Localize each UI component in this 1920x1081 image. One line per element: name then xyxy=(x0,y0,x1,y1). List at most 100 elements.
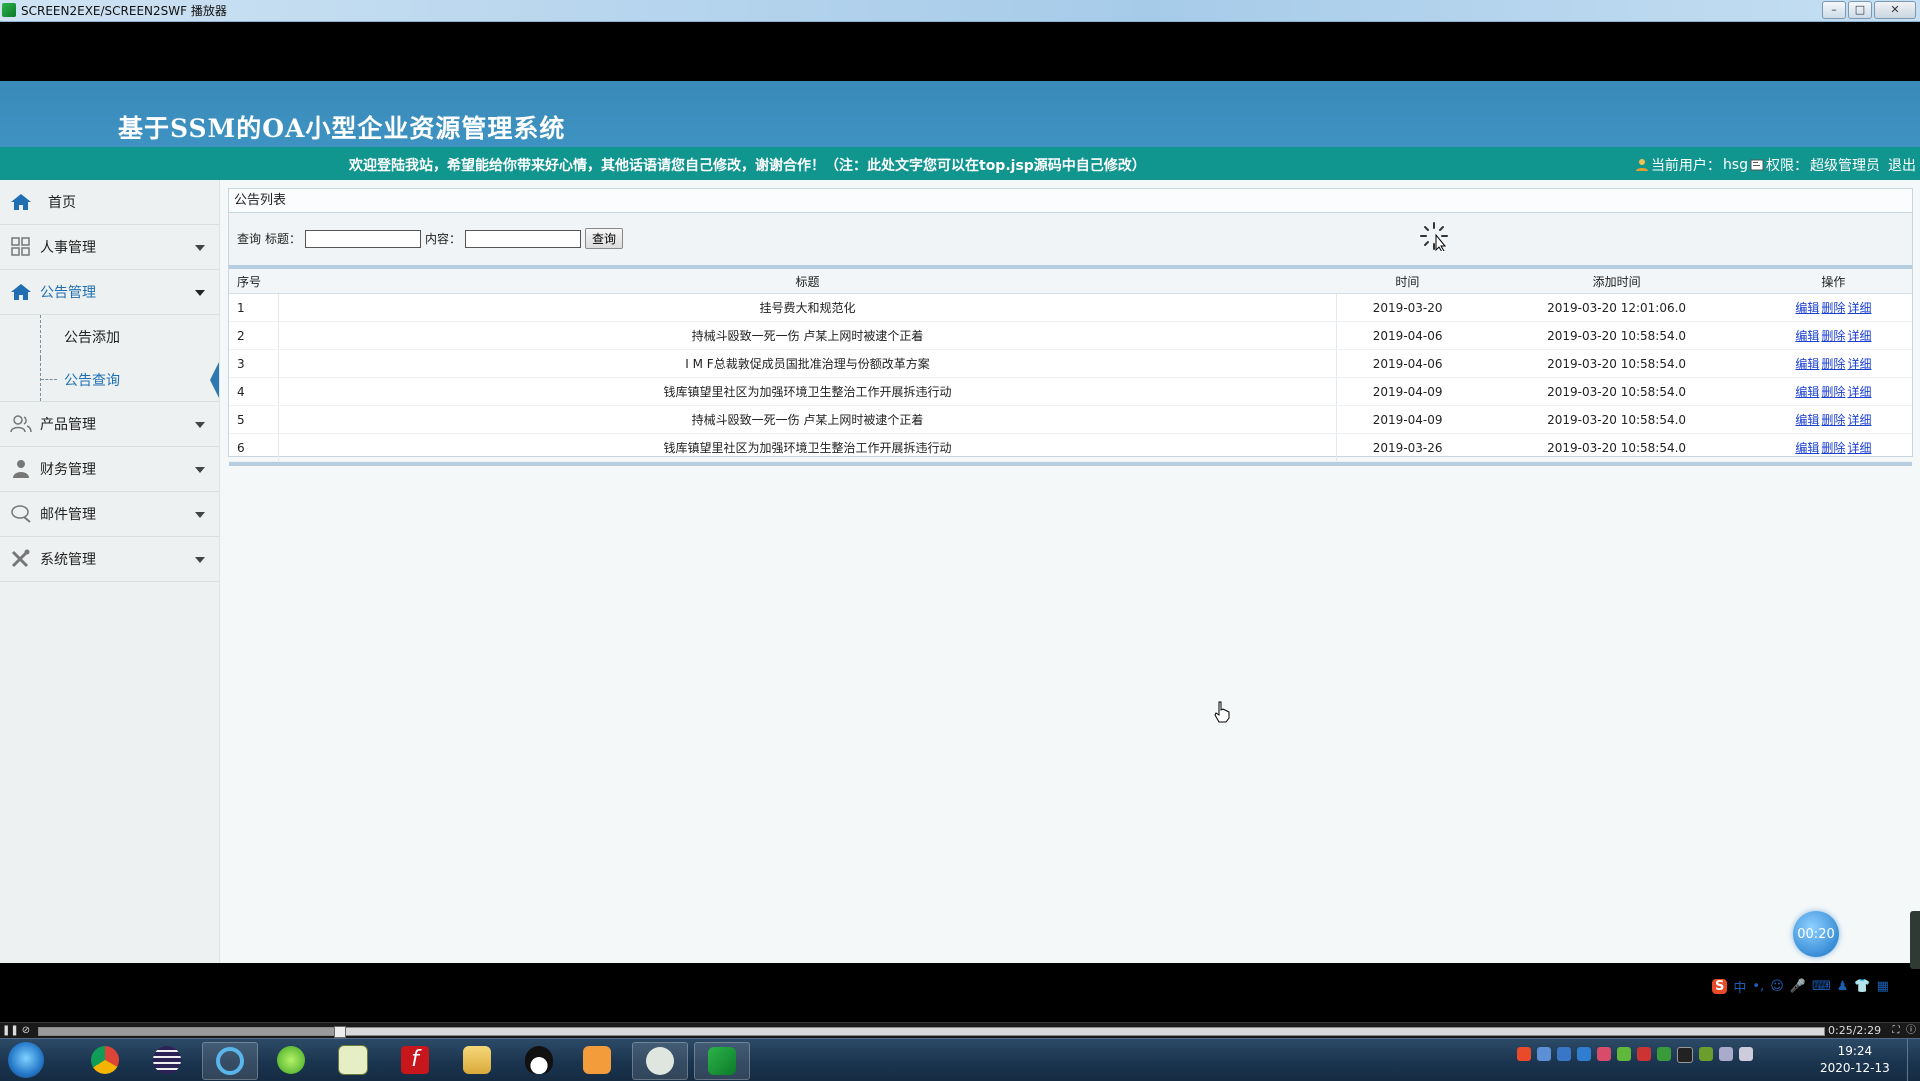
sidebar-item-finance[interactable]: 财务管理 xyxy=(0,447,219,492)
taskbar-browser[interactable] xyxy=(202,1042,258,1080)
info-icon[interactable]: ⓘ xyxy=(1905,1025,1917,1037)
person-icon xyxy=(13,460,29,478)
system-tray xyxy=(1517,1047,1753,1063)
content-search-input[interactable] xyxy=(465,229,582,248)
taskbar-qq[interactable] xyxy=(512,1042,566,1078)
sidebar-item-label: 人事管理 xyxy=(40,240,96,256)
edit-link[interactable]: 编辑 xyxy=(1795,329,1819,343)
playback-progress-track[interactable] xyxy=(38,1026,1825,1038)
welcome-bar: 欢迎登陆我站，希望能给你带来好心情，其他话语请您自己修改，谢谢合作！（注：此处文… xyxy=(0,147,1920,180)
column-header: 标题 xyxy=(278,269,1337,294)
minimize-button[interactable]: – xyxy=(1822,1,1846,19)
table-header-row: 序号 标题 时间 添加时间 操作 xyxy=(229,269,1912,294)
chinese-mode-icon[interactable]: 中 xyxy=(1733,977,1746,996)
tray-flower-icon[interactable] xyxy=(1597,1047,1611,1061)
sidebar-item-system[interactable]: 系统管理 xyxy=(0,537,219,582)
delete-link[interactable]: 删除 xyxy=(1821,329,1845,343)
sidebar-item-home[interactable]: 首页 xyxy=(0,180,219,225)
network-icon[interactable] xyxy=(1699,1047,1713,1061)
taskbar-wechat[interactable] xyxy=(632,1042,688,1080)
sidebar-item-hr[interactable]: 人事管理 xyxy=(0,225,219,270)
sidebar-subitem-label: 公告查询 xyxy=(64,372,120,389)
player-app-icon xyxy=(2,3,16,17)
delete-link[interactable]: 删除 xyxy=(1821,385,1845,399)
edge-handle[interactable] xyxy=(1910,911,1920,969)
sogou-tray-icon[interactable] xyxy=(1517,1047,1531,1061)
detail-link[interactable]: 详细 xyxy=(1847,329,1871,343)
maximize-button[interactable]: □ xyxy=(1848,1,1872,19)
row-added-time: 2019-03-20 12:01:06.0 xyxy=(1478,293,1755,322)
row-date: 2019-04-06 xyxy=(1336,349,1479,378)
sidebar-item-mail[interactable]: 邮件管理 xyxy=(0,492,219,537)
taskbar-screen2exe[interactable] xyxy=(694,1042,750,1080)
detail-link[interactable]: 详细 xyxy=(1847,413,1871,427)
column-header: 添加时间 xyxy=(1478,269,1755,294)
microphone-icon[interactable]: 🎤 xyxy=(1790,979,1806,994)
row-date: 2019-03-20 xyxy=(1336,293,1479,322)
tray-arrow-icon[interactable] xyxy=(1637,1047,1651,1061)
taskbar-notepad[interactable] xyxy=(326,1042,380,1078)
shield-icon[interactable] xyxy=(1557,1047,1571,1061)
flash-icon: f xyxy=(401,1046,429,1074)
edit-link[interactable]: 编辑 xyxy=(1795,441,1819,455)
tray-cube-icon[interactable] xyxy=(1577,1047,1591,1061)
close-button[interactable]: ✕ xyxy=(1874,1,1916,19)
recording-timer: 00:20 xyxy=(1793,911,1839,957)
detail-link[interactable]: 详细 xyxy=(1847,357,1871,371)
stop-icon[interactable]: ⊘ xyxy=(20,1025,32,1037)
qq-tray-icon[interactable] xyxy=(1677,1047,1693,1063)
playback-progress-thumb[interactable] xyxy=(333,1026,346,1038)
toolbox-icon[interactable]: ▦ xyxy=(1877,979,1889,994)
taskbar-app-green[interactable] xyxy=(264,1042,318,1078)
keyboard-icon[interactable]: ⌨ xyxy=(1812,979,1831,994)
tray-app-icon[interactable] xyxy=(1537,1047,1551,1061)
detail-link[interactable]: 详细 xyxy=(1847,385,1871,399)
skin-icon[interactable]: 👕 xyxy=(1854,979,1870,994)
taskbar-audio[interactable] xyxy=(570,1042,624,1078)
sidebar-item-product[interactable]: 产品管理 xyxy=(0,402,219,447)
edit-link[interactable]: 编辑 xyxy=(1795,413,1819,427)
detail-link[interactable]: 详细 xyxy=(1847,441,1871,455)
sidebar-subitem-notice-add[interactable]: 公告添加 xyxy=(0,315,219,358)
sogou-ime-icon[interactable]: S xyxy=(1712,978,1728,994)
taskbar-flash[interactable]: f xyxy=(388,1042,442,1078)
row-date: 2019-04-06 xyxy=(1336,321,1479,350)
start-button[interactable] xyxy=(8,1042,44,1078)
active-pointer xyxy=(210,362,219,398)
fullscreen-icon[interactable]: ⛶ xyxy=(1890,1025,1902,1037)
taskbar-eclipse[interactable] xyxy=(140,1042,194,1078)
wechat-tray-icon[interactable] xyxy=(1617,1047,1631,1061)
punctuation-icon[interactable]: •, xyxy=(1752,979,1764,994)
user-ime-icon[interactable]: ♟ xyxy=(1837,979,1849,994)
edit-link[interactable]: 编辑 xyxy=(1795,301,1819,315)
logout-link[interactable]: 退出 xyxy=(1888,155,1916,175)
taskbar-chrome[interactable] xyxy=(78,1042,132,1078)
delete-link[interactable]: 删除 xyxy=(1821,413,1845,427)
query-button[interactable]: 查询 xyxy=(585,228,624,249)
show-desktop-button[interactable] xyxy=(1907,1039,1920,1081)
taskbar-explorer[interactable] xyxy=(450,1042,504,1078)
row-actions: 编辑 删除 详细 xyxy=(1754,321,1912,350)
delete-link[interactable]: 删除 xyxy=(1821,301,1845,315)
pause-icon[interactable]: ❚❚ xyxy=(2,1025,19,1037)
tree-dash xyxy=(41,379,57,380)
delete-link[interactable]: 删除 xyxy=(1821,441,1845,455)
edit-link[interactable]: 编辑 xyxy=(1795,357,1819,371)
table-bottom-border xyxy=(229,462,1912,466)
emoji-icon[interactable]: ☺ xyxy=(1770,979,1784,994)
tray-green-icon[interactable] xyxy=(1657,1047,1671,1061)
taskbar-clock[interactable]: 19:24 2020-12-13 xyxy=(1820,1043,1890,1077)
row-index: 6 xyxy=(229,433,279,462)
row-title: 挂号费大和规范化 xyxy=(278,293,1337,322)
detail-link[interactable]: 详细 xyxy=(1847,301,1871,315)
column-header: 时间 xyxy=(1336,269,1479,294)
volume-muted-icon[interactable] xyxy=(1719,1047,1733,1061)
delete-link[interactable]: 删除 xyxy=(1821,357,1845,371)
sidebar-item-notice[interactable]: 公告管理 xyxy=(0,270,219,315)
chevron-down-icon xyxy=(195,467,205,473)
edit-link[interactable]: 编辑 xyxy=(1795,385,1819,399)
title-search-input[interactable] xyxy=(305,229,422,248)
sidebar-subitem-notice-query[interactable]: 公告查询 xyxy=(0,358,219,402)
row-index: 2 xyxy=(229,321,279,350)
action-center-icon[interactable] xyxy=(1739,1047,1753,1061)
